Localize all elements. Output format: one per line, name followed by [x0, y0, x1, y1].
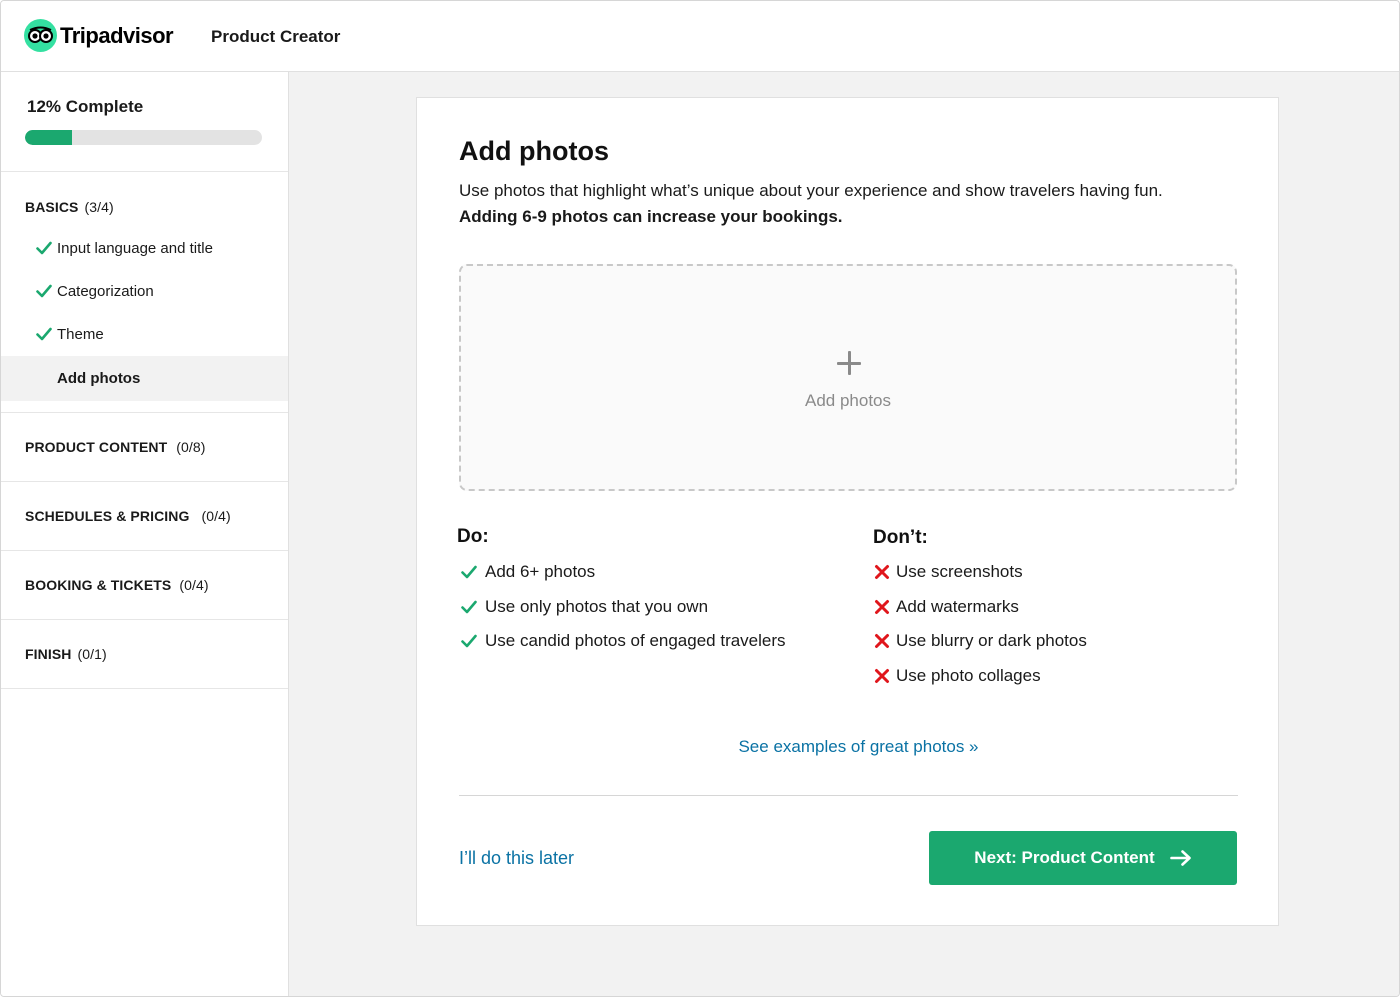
check-icon: [461, 565, 477, 579]
section-title: PRODUCT CONTENT: [25, 439, 168, 455]
check-icon: [36, 327, 52, 341]
next-button-label: Next: Product Content: [974, 848, 1155, 867]
plus-icon: [837, 351, 861, 375]
do-item-text: Add 6+ photos: [485, 562, 596, 581]
section-count: (0/4): [201, 508, 231, 524]
section-title: SCHEDULES & PRICING: [25, 508, 190, 524]
progress-bar: [25, 130, 262, 145]
dont-item: Use photo collages: [874, 666, 1041, 686]
description-text: Use photos that highlight what’s unique …: [459, 181, 1163, 200]
page-description: Use photos that highlight what’s unique …: [459, 178, 1219, 230]
do-later-link[interactable]: I’ll do this later: [459, 848, 574, 869]
do-item-text: Use candid photos of engaged travelers: [485, 631, 786, 650]
step-label: Theme: [57, 326, 104, 343]
section-heading: FINISH (0/1): [25, 646, 107, 662]
section-count: (0/4): [179, 577, 209, 593]
section-title: FINISH: [25, 646, 72, 662]
sidebar-item-categorization[interactable]: Categorization: [1, 270, 288, 313]
x-icon: [875, 669, 889, 683]
sidebar-section-basics: BASICS (3/4) Input language and title Cat…: [1, 172, 288, 413]
x-icon: [875, 600, 889, 614]
do-item: Use only photos that you own: [461, 597, 708, 617]
step-label: Add photos: [57, 370, 141, 387]
app-title: Product Creator: [211, 27, 341, 46]
section-heading[interactable]: BASICS (3/4): [25, 199, 114, 215]
see-examples-link[interactable]: See examples of great photos »: [417, 737, 1278, 757]
page-title: Add photos: [459, 136, 609, 166]
dropzone-label: Add photos: [804, 391, 891, 410]
progress-bar-fill: [25, 130, 73, 145]
do-item-text: Use only photos that you own: [485, 597, 709, 616]
section-title: BOOKING & TICKETS: [25, 577, 172, 593]
dont-item: Add watermarks: [874, 597, 1019, 617]
dont-item-text: Add watermarks: [896, 597, 1019, 616]
section-count: (3/4): [84, 199, 114, 215]
sidebar: 12% Complete BASICS (3/4) Input language …: [1, 72, 289, 996]
progress-block: 12% Complete: [1, 72, 288, 172]
tripadvisor-logo[interactable]: Tripadvisor: [24, 19, 174, 52]
sidebar-section-schedules-pricing[interactable]: SCHEDULES & PRICING (0/4): [1, 482, 288, 551]
section-heading: SCHEDULES & PRICING (0/4): [25, 508, 231, 524]
step-label: Input language and title: [57, 240, 213, 257]
check-icon: [36, 284, 52, 298]
section-count: (0/8): [176, 439, 206, 455]
section-count: (0/1): [77, 646, 107, 662]
main-area: Add photos Use photos that highlight wha…: [289, 72, 1399, 996]
check-icon: [461, 634, 477, 648]
sidebar-item-add-photos[interactable]: Add photos: [1, 356, 288, 401]
app-window: Tripadvisor Product Creator 12% Complete…: [0, 0, 1400, 997]
add-photos-card: Add photos Use photos that highlight wha…: [416, 97, 1279, 926]
sidebar-section-finish[interactable]: FINISH (0/1): [1, 620, 288, 689]
progress-label: 12% Complete: [27, 97, 144, 116]
sidebar-section-product-content[interactable]: PRODUCT CONTENT (0/8): [1, 413, 288, 482]
dont-item-text: Use blurry or dark photos: [896, 631, 1087, 650]
section-heading: PRODUCT CONTENT (0/8): [25, 439, 206, 455]
section-title: BASICS: [25, 199, 79, 215]
arrow-right-icon: [1169, 850, 1191, 866]
do-heading: Do:: [457, 526, 489, 547]
dont-item: Use screenshots: [874, 562, 1023, 582]
dont-item-text: Use screenshots: [896, 562, 1023, 581]
description-bold-text: Adding 6-9 photos can increase your book…: [459, 207, 843, 226]
do-item: Use candid photos of engaged travelers: [461, 631, 786, 651]
photo-dropzone[interactable]: Add photos: [459, 264, 1237, 491]
check-icon: [461, 600, 477, 614]
do-item: Add 6+ photos: [461, 562, 595, 582]
owl-logo-icon: [24, 19, 57, 52]
dont-heading: Don’t:: [873, 527, 928, 548]
x-icon: [875, 634, 889, 648]
sidebar-section-booking-tickets[interactable]: BOOKING & TICKETS (0/4): [1, 551, 288, 620]
logo-wordmark: Tripadvisor: [60, 22, 174, 48]
sidebar-item-theme[interactable]: Theme: [1, 313, 288, 356]
x-icon: [875, 565, 889, 579]
sidebar-item-input-language[interactable]: Input language and title: [1, 227, 288, 270]
dont-item-text: Use photo collages: [896, 666, 1041, 685]
top-header: Tripadvisor Product Creator: [1, 1, 1399, 72]
check-icon: [36, 241, 52, 255]
section-heading: BOOKING & TICKETS (0/4): [25, 577, 209, 593]
next-product-content-button[interactable]: Next: Product Content: [929, 831, 1237, 885]
dont-item: Use blurry or dark photos: [874, 631, 1087, 651]
step-label: Categorization: [57, 283, 154, 300]
divider: [459, 795, 1238, 796]
